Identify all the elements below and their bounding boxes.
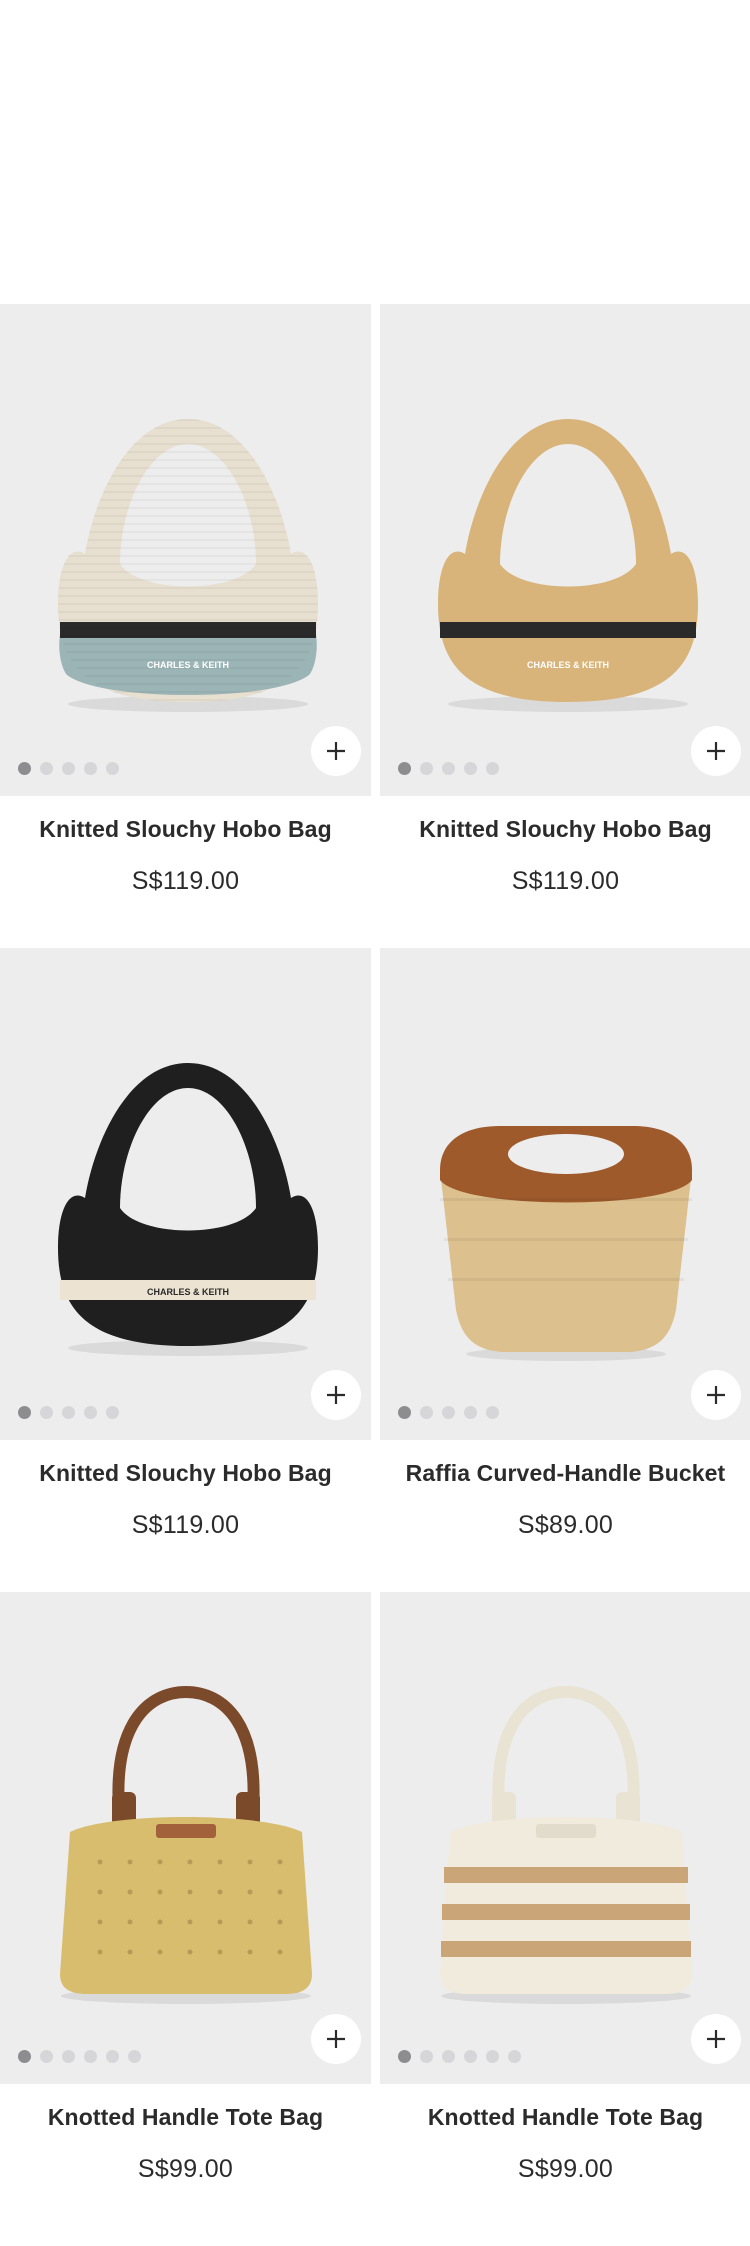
hobo-bag-image: CHARLES & KEITH (58, 1063, 318, 1356)
carousel-dot[interactable] (62, 2050, 75, 2063)
carousel-dot[interactable] (398, 762, 411, 775)
product-card[interactable]: CHARLES & KEITH Knitted Slouchy Hobo Bag… (0, 304, 371, 948)
carousel-dot[interactable] (18, 762, 31, 775)
carousel-dot[interactable] (420, 2050, 433, 2063)
brand-mark: CHARLES & KEITH (527, 660, 609, 670)
brand-mark: CHARLES & KEITH (147, 1287, 229, 1297)
add-to-bag-button[interactable] (311, 1370, 361, 1420)
hobo-bag-image: CHARLES & KEITH (438, 419, 698, 712)
product-card[interactable]: CHARLES & KEITH Knitted Slouchy Hobo Bag… (380, 304, 750, 948)
product-name[interactable]: Raffia Curved-Handle Bucket (380, 1460, 750, 1487)
image-carousel-dots[interactable] (18, 1406, 119, 1419)
tote-bag-image (440, 1685, 692, 2004)
product-name[interactable]: Knitted Slouchy Hobo Bag (0, 816, 371, 843)
product-image[interactable]: CHARLES & KEITH (0, 304, 371, 796)
product-image[interactable]: CHARLES & KEITH (380, 304, 750, 796)
carousel-dot[interactable] (128, 2050, 141, 2063)
image-carousel-dots[interactable] (18, 2050, 141, 2063)
carousel-dot[interactable] (464, 2050, 477, 2063)
carousel-dot[interactable] (420, 762, 433, 775)
carousel-dot[interactable] (84, 2050, 97, 2063)
carousel-dot[interactable] (464, 762, 477, 775)
image-carousel-dots[interactable] (398, 1406, 499, 1419)
carousel-dot[interactable] (40, 1406, 53, 1419)
product-name[interactable]: Knitted Slouchy Hobo Bag (380, 816, 750, 843)
product-price: S$119.00 (511, 867, 620, 895)
plus-icon (327, 1386, 345, 1404)
carousel-dot[interactable] (486, 2050, 499, 2063)
carousel-dot[interactable] (464, 1406, 477, 1419)
carousel-dot[interactable] (62, 1406, 75, 1419)
carousel-dot[interactable] (486, 762, 499, 775)
carousel-dot[interactable] (442, 762, 455, 775)
product-image[interactable] (380, 1592, 750, 2084)
image-carousel-dots[interactable] (398, 762, 499, 775)
plus-icon (707, 742, 725, 760)
product-price: S$89.00 (517, 1511, 614, 1539)
product-card[interactable]: Knotted Handle Tote Bag S$99.00 (0, 1592, 371, 2236)
image-carousel-dots[interactable] (398, 2050, 521, 2063)
add-to-bag-button[interactable] (691, 726, 741, 776)
carousel-dot[interactable] (84, 1406, 97, 1419)
plus-icon (707, 2030, 725, 2048)
plus-icon (707, 1386, 725, 1404)
product-price: S$119.00 (131, 867, 240, 895)
add-to-bag-button[interactable] (311, 2014, 361, 2064)
carousel-dot[interactable] (398, 1406, 411, 1419)
carousel-dot[interactable] (18, 2050, 31, 2063)
product-image[interactable] (380, 948, 750, 1440)
carousel-dot[interactable] (84, 762, 97, 775)
carousel-dot[interactable] (18, 1406, 31, 1419)
bucket-bag-image (440, 1126, 692, 1361)
add-to-bag-button[interactable] (691, 1370, 741, 1420)
product-image[interactable]: CHARLES & KEITH (0, 948, 371, 1440)
carousel-dot[interactable] (508, 2050, 521, 2063)
product-name[interactable]: Knitted Slouchy Hobo Bag (0, 1460, 371, 1487)
top-blank-area (0, 0, 750, 304)
product-image[interactable] (0, 1592, 371, 2084)
add-to-bag-button[interactable] (691, 2014, 741, 2064)
carousel-dot[interactable] (106, 762, 119, 775)
plus-icon (327, 2030, 345, 2048)
carousel-dot[interactable] (40, 2050, 53, 2063)
product-price: S$119.00 (131, 1511, 240, 1539)
carousel-dot[interactable] (106, 1406, 119, 1419)
image-carousel-dots[interactable] (18, 762, 119, 775)
carousel-dot[interactable] (442, 2050, 455, 2063)
plus-icon (327, 742, 345, 760)
add-to-bag-button[interactable] (311, 726, 361, 776)
product-card[interactable]: Knotted Handle Tote Bag S$99.00 (380, 1592, 750, 2236)
carousel-dot[interactable] (106, 2050, 119, 2063)
product-price: S$99.00 (137, 2155, 234, 2183)
product-name[interactable]: Knotted Handle Tote Bag (0, 2104, 371, 2131)
carousel-dot[interactable] (398, 2050, 411, 2063)
hobo-bag-image: CHARLES & KEITH (58, 419, 318, 712)
tote-bag-image (60, 1685, 312, 2004)
brand-mark: CHARLES & KEITH (147, 660, 229, 670)
carousel-dot[interactable] (420, 1406, 433, 1419)
product-name[interactable]: Knotted Handle Tote Bag (380, 2104, 750, 2131)
product-card[interactable]: Raffia Curved-Handle Bucket S$89.00 (380, 948, 750, 1592)
carousel-dot[interactable] (62, 762, 75, 775)
carousel-dot[interactable] (442, 1406, 455, 1419)
product-card[interactable]: CHARLES & KEITH Knitted Slouchy Hobo Bag… (0, 948, 371, 1592)
carousel-dot[interactable] (486, 1406, 499, 1419)
product-price: S$99.00 (517, 2155, 614, 2183)
carousel-dot[interactable] (40, 762, 53, 775)
